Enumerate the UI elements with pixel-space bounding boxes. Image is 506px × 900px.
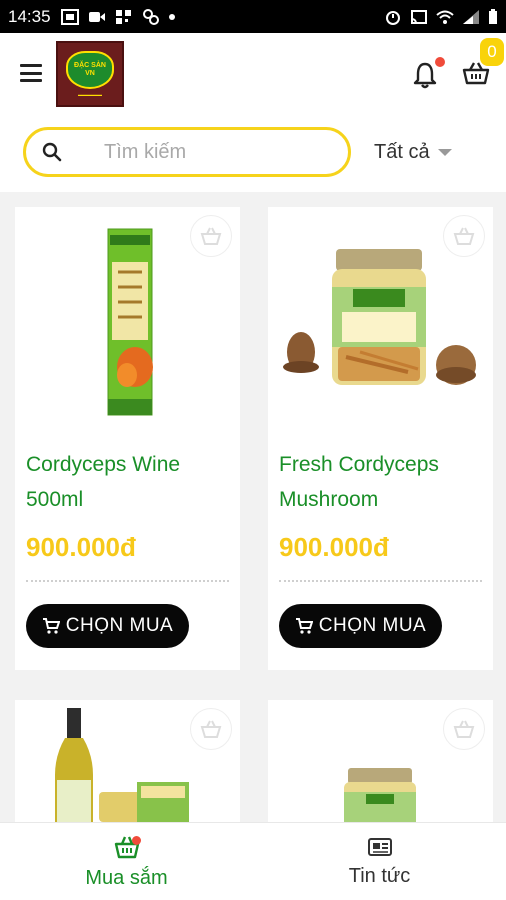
caret-down-icon bbox=[437, 149, 452, 156]
logo-tagline: ▬▬▬▬▬▬ bbox=[78, 92, 102, 97]
notification-bell-icon[interactable] bbox=[412, 61, 438, 89]
basket-icon bbox=[200, 720, 222, 738]
filter-label: Tất cả bbox=[374, 141, 430, 163]
cast-icon bbox=[411, 9, 427, 24]
nav-tab-news[interactable]: Tin tức bbox=[253, 823, 506, 900]
signal-icon bbox=[463, 9, 479, 24]
status-icons-right bbox=[384, 8, 498, 25]
product-card[interactable]: Fresh Cordyceps Mushroom 900.000đ CHỌN M… bbox=[268, 207, 493, 670]
bottom-navigation: Mua sắm Tin tức bbox=[0, 822, 506, 900]
contact-card-icon bbox=[60, 8, 79, 25]
buy-button[interactable]: CHỌN MUA bbox=[26, 604, 189, 648]
nav-tab-label: Mua sắm bbox=[85, 866, 168, 889]
cart-icon bbox=[295, 618, 313, 634]
quick-add-cart-button[interactable] bbox=[443, 215, 485, 257]
product-name[interactable]: Cordyceps Wine 500ml bbox=[26, 447, 231, 517]
nav-tab-shopping[interactable]: Mua sắm bbox=[0, 823, 253, 900]
cart-count-badge: 0 bbox=[480, 38, 504, 66]
battery-icon bbox=[489, 8, 497, 24]
dot-icon bbox=[168, 13, 175, 20]
logo-heart: ĐẶC SẢN VN bbox=[66, 51, 114, 89]
basket-icon bbox=[453, 720, 475, 738]
product-image-mushroom-jar[interactable] bbox=[268, 207, 493, 432]
pinwheel-icon bbox=[142, 8, 159, 25]
card-divider bbox=[279, 580, 482, 582]
status-bar: 14:35 bbox=[0, 0, 506, 33]
status-time: 14:35 bbox=[8, 6, 51, 26]
card-divider bbox=[26, 580, 229, 582]
video-icon bbox=[88, 11, 105, 22]
qr-icon bbox=[115, 9, 131, 24]
product-card[interactable] bbox=[15, 700, 240, 822]
product-name[interactable]: Fresh Cordyceps Mushroom bbox=[279, 447, 484, 517]
basket-icon bbox=[200, 227, 222, 245]
wifi-icon bbox=[436, 10, 454, 24]
notification-dot bbox=[435, 57, 445, 67]
search-icon bbox=[42, 142, 62, 162]
nav-tab-label: Tin tức bbox=[348, 864, 411, 887]
search-input[interactable] bbox=[104, 140, 324, 164]
brand-logo[interactable]: ĐẶC SẢN VN ▬▬▬▬▬▬ bbox=[56, 41, 124, 107]
buy-button-label: CHỌN MUA bbox=[318, 615, 427, 636]
product-card[interactable] bbox=[268, 700, 493, 822]
alarm-icon bbox=[386, 10, 400, 25]
basket-icon bbox=[453, 227, 475, 245]
news-icon bbox=[367, 837, 392, 856]
quick-add-cart-button[interactable] bbox=[190, 708, 232, 750]
product-price: 900.000đ bbox=[26, 532, 136, 562]
product-card[interactable]: Cordyceps Wine 500ml 900.000đ CHỌN MUA bbox=[15, 207, 240, 670]
product-price: 900.000đ bbox=[279, 532, 389, 562]
product-image-wine-box[interactable] bbox=[15, 207, 240, 432]
product-image-oil-bottle[interactable] bbox=[15, 700, 240, 822]
search-box[interactable] bbox=[23, 127, 351, 177]
menu-icon[interactable] bbox=[20, 64, 42, 82]
search-bar: Tất cả bbox=[0, 115, 506, 192]
app-header: ĐẶC SẢN VN ▬▬▬▬▬▬ 0 bbox=[0, 33, 506, 115]
buy-button[interactable]: CHỌN MUA bbox=[279, 604, 442, 648]
quick-add-cart-button[interactable] bbox=[190, 215, 232, 257]
cart-icon bbox=[42, 618, 60, 634]
quick-add-cart-button[interactable] bbox=[443, 708, 485, 750]
status-icons-left bbox=[60, 8, 175, 25]
buy-button-label: CHỌN MUA bbox=[65, 615, 174, 636]
nav-notification-dot bbox=[132, 836, 141, 845]
product-image-small-jar[interactable] bbox=[268, 700, 493, 822]
category-filter-dropdown[interactable]: Tất cả bbox=[374, 141, 452, 164]
